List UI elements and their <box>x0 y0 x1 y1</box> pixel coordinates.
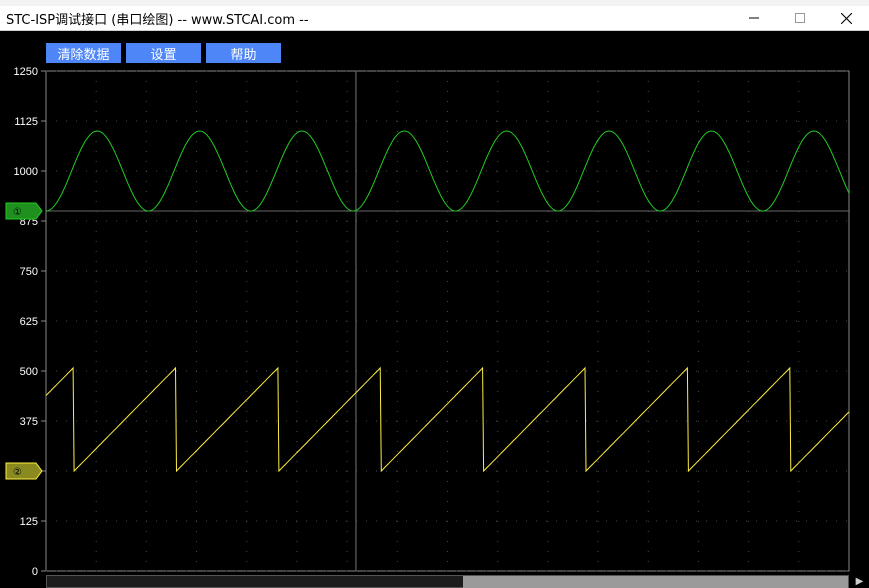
y-tick-label: 500 <box>20 366 38 378</box>
series-marker-1 <box>5 202 43 220</box>
y-tick-label: 1000 <box>14 166 38 178</box>
serial-plot[interactable]: 1250112510008757506255003752501250①② <box>0 31 869 588</box>
settings-button[interactable]: 设置 <box>126 43 201 63</box>
minimize-button[interactable] <box>731 6 777 30</box>
y-tick-label: 625 <box>20 316 38 328</box>
y-tick-label: 1125 <box>14 116 38 128</box>
help-button[interactable]: 帮助 <box>206 43 281 63</box>
close-icon <box>840 12 852 24</box>
clear-data-button[interactable]: 清除数据 <box>46 43 121 63</box>
scrollbar-thumb[interactable] <box>463 576 848 588</box>
y-tick-label: 0 <box>32 566 38 578</box>
maximize-icon <box>795 13 805 23</box>
series-marker-2 <box>5 462 43 480</box>
series-marker-label: ② <box>13 467 22 478</box>
y-tick-label: 125 <box>20 516 38 528</box>
series-marker-label: ① <box>13 207 22 218</box>
y-tick-label: 750 <box>20 266 38 278</box>
title-bar[interactable]: STC-ISP调试接口 (串口绘图) -- www.STCAI.com -- <box>0 6 869 31</box>
window-title: STC-ISP调试接口 (串口绘图) -- www.STCAI.com -- <box>6 13 309 28</box>
minimize-icon <box>749 17 759 19</box>
maximize-button[interactable] <box>777 6 823 30</box>
y-tick-label: 375 <box>20 416 38 428</box>
scroll-right-arrow-icon[interactable]: ▶ <box>850 575 869 588</box>
close-button[interactable] <box>823 6 869 30</box>
y-tick-label: 1250 <box>14 66 38 78</box>
